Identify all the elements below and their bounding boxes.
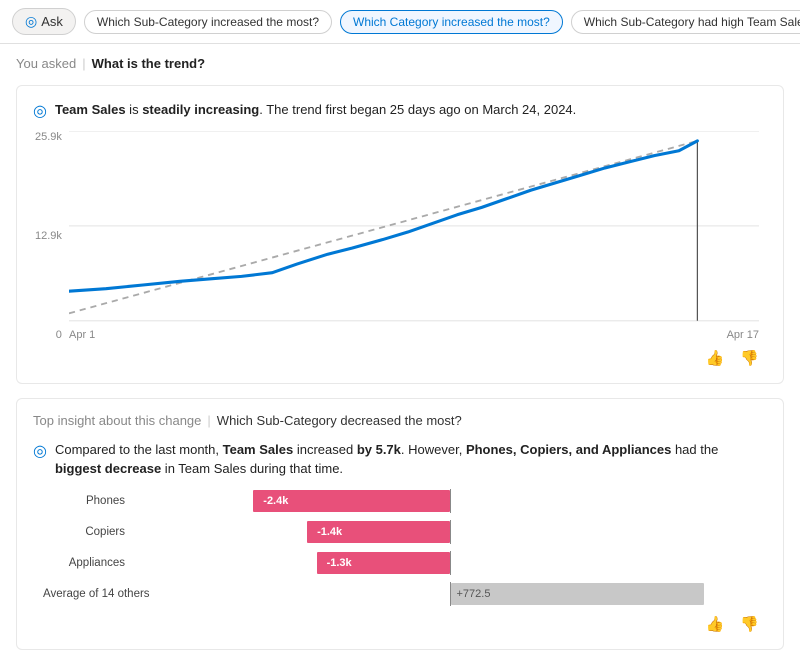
bar-verb: increased bbox=[293, 442, 357, 457]
main-content: You asked | What is the trend? ◎ Team Sa… bbox=[0, 44, 800, 662]
suggestion-cat-increase[interactable]: Which Category increased the most? bbox=[340, 10, 563, 34]
bar-label-copiers: Copiers bbox=[43, 526, 133, 538]
x-label-end: Apr 17 bbox=[727, 329, 759, 341]
trend-insight-text: Team Sales is steadily increasing. The t… bbox=[55, 100, 576, 120]
top-insight-question: Which Sub-Category decreased the most? bbox=[217, 413, 462, 428]
suggestion-cat-increase-label: Which Category increased the most? bbox=[353, 15, 550, 29]
bar-average: +772.5 bbox=[451, 583, 704, 605]
bar-thumbdown-button[interactable]: 👎 bbox=[736, 613, 763, 635]
bar-however: . However, bbox=[401, 442, 466, 457]
bar-phones: -2.4k bbox=[253, 490, 449, 512]
x-label-start: Apr 1 bbox=[69, 329, 95, 341]
suggestion-sub-cat-high-sales-label: Which Sub-Category had high Team Sales? bbox=[584, 15, 800, 29]
bar-amount: by 5.7k bbox=[357, 442, 401, 457]
bar-value-phones: -2.4k bbox=[263, 495, 288, 507]
bar-appliances: -1.3k bbox=[317, 552, 450, 574]
bar-thumbup-button[interactable]: 👍 bbox=[702, 613, 729, 635]
bar-label-average: Average of 14 others bbox=[43, 588, 133, 600]
bar-biggest: biggest decrease bbox=[55, 461, 161, 476]
x-axis-labels: Apr 1 Apr 17 bbox=[69, 329, 759, 341]
trend-word: steadily increasing bbox=[142, 102, 259, 117]
suggestion-sub-cat-increase[interactable]: Which Sub-Category increased the most? bbox=[84, 10, 332, 34]
bar-feedback-row: 👍 👎 bbox=[33, 613, 767, 635]
trend-insight-header: ◎ Team Sales is steadily increasing. The… bbox=[33, 100, 767, 121]
line-chart-svg bbox=[69, 131, 759, 322]
y-label-mid: 12.9k bbox=[35, 230, 62, 242]
bar-row-appliances: Appliances -1.3k bbox=[43, 551, 767, 575]
bar-label-appliances: Appliances bbox=[43, 557, 133, 569]
top-nav: ◎ Ask Which Sub-Category increased the m… bbox=[0, 0, 800, 44]
bar-wrapper-appliances: -1.3k bbox=[133, 551, 767, 575]
bar-insight-header: ◎ Compared to the last month, Team Sales… bbox=[33, 440, 767, 479]
you-asked-question: What is the trend? bbox=[92, 56, 205, 71]
bar-chart: Phones -2.4k Copiers bbox=[43, 489, 767, 606]
bar-label-phones: Phones bbox=[43, 495, 133, 507]
trend-desc-prefix: is bbox=[126, 102, 143, 117]
bar-value-appliances: -1.3k bbox=[327, 557, 352, 569]
you-asked-row: You asked | What is the trend? bbox=[16, 56, 784, 71]
trend-insight-block: ◎ Team Sales is steadily increasing. The… bbox=[16, 85, 784, 384]
you-asked-label: You asked bbox=[16, 56, 76, 71]
line-chart-area bbox=[69, 131, 759, 325]
ask-label: Ask bbox=[41, 14, 63, 29]
bar-end: in Team Sales during that time. bbox=[161, 461, 343, 476]
bar-wrapper-copiers: -1.4k bbox=[133, 520, 767, 544]
bar-row-copiers: Copiers -1.4k bbox=[43, 520, 767, 544]
trend-desc-suffix: . The trend first began 25 days ago on M… bbox=[259, 102, 576, 117]
trend-insight-icon: ◎ bbox=[33, 101, 47, 121]
bar-value-copiers: -1.4k bbox=[317, 526, 342, 538]
bar-insight-text: Compared to the last month, Team Sales i… bbox=[55, 440, 767, 479]
bar-copiers: -1.4k bbox=[307, 521, 449, 543]
bar-row-average: Average of 14 others +772.5 bbox=[43, 582, 767, 606]
bar-had: had the bbox=[671, 442, 718, 457]
y-label-top: 25.9k bbox=[35, 131, 62, 143]
y-label-bottom: 0 bbox=[56, 329, 62, 341]
suggestion-sub-cat-high-sales[interactable]: Which Sub-Category had high Team Sales? bbox=[571, 10, 800, 34]
bar-wrapper-average: +772.5 bbox=[133, 582, 767, 606]
y-axis-labels: 25.9k 12.9k 0 bbox=[35, 131, 62, 341]
thumbdown-button[interactable]: 👎 bbox=[736, 347, 763, 369]
top-insight-sep: | bbox=[207, 413, 210, 428]
bar-desc-prefix: Compared to the last month, bbox=[55, 442, 223, 457]
bar-items: Phones, Copiers, and Appliances bbox=[466, 442, 671, 457]
bar-insight-icon: ◎ bbox=[33, 441, 47, 461]
trend-metric: Team Sales bbox=[55, 102, 126, 117]
bar-metric: Team Sales bbox=[223, 442, 294, 457]
top-insight-label: Top insight about this change bbox=[33, 413, 201, 428]
trend-feedback-row: 👍 👎 bbox=[33, 347, 767, 369]
suggestion-sub-cat-increase-label: Which Sub-Category increased the most? bbox=[97, 15, 319, 29]
you-asked-sep: | bbox=[82, 56, 85, 71]
bar-wrapper-phones: -2.4k bbox=[133, 489, 767, 513]
thumbup-button[interactable]: 👍 bbox=[702, 347, 729, 369]
top-insight-row: Top insight about this change | Which Su… bbox=[33, 413, 767, 428]
bar-insight-block: Top insight about this change | Which Su… bbox=[16, 398, 784, 650]
bar-value-average: +772.5 bbox=[457, 588, 491, 600]
ask-icon: ◎ bbox=[25, 13, 37, 30]
ask-button[interactable]: ◎ Ask bbox=[12, 8, 76, 35]
bar-row-phones: Phones -2.4k bbox=[43, 489, 767, 513]
